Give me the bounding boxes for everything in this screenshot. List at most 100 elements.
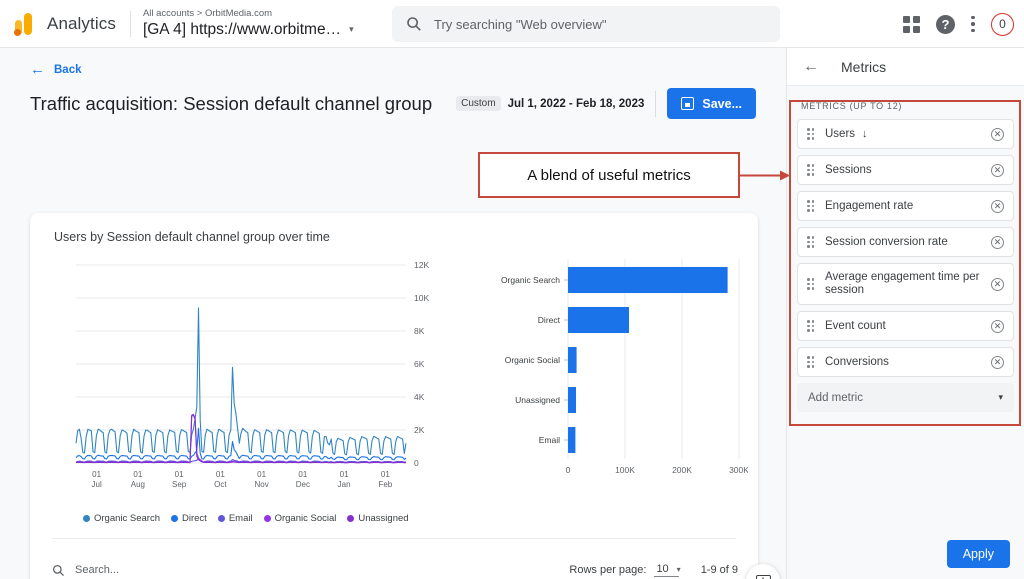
help-icon[interactable]: ? (936, 14, 955, 34)
back-button[interactable]: ← Back (30, 62, 786, 77)
metrics-section-label: METRICS (UP TO 12) (801, 101, 903, 111)
ytick-12k: 12K (414, 260, 429, 270)
legend-label: Unassigned (358, 513, 409, 524)
drag-handle-icon[interactable] (807, 278, 814, 290)
charts-container: 12K 10K 8K 6K 4K 2K 0 01 Jul 01 Aug 01 Sep 01 O… (30, 253, 758, 503)
ytick-6k: 6K (414, 359, 425, 369)
xtick-3: 300K (729, 465, 748, 475)
app-root: Analytics All accounts > OrbitMedia.com … (0, 0, 1024, 579)
legend-item-organic-social[interactable]: Organic Social (263, 513, 337, 524)
metric-row-users[interactable]: Users ↓ ✕ (797, 119, 1014, 149)
chart-legend: Organic Search Direct Email Organic Social U… (83, 513, 409, 524)
page-header: Traffic acquisition: Session default cha… (30, 88, 756, 119)
metrics-panel: ← Metrics METRICS (UP TO 12) Users ↓ ✕ Sess… (786, 48, 1024, 579)
rows-per-page-select[interactable]: 10 ▾ (654, 563, 681, 577)
metric-label: Sessions (825, 163, 872, 176)
legend-item-email[interactable]: Email (217, 513, 253, 524)
add-metric-select[interactable]: Add metric ▾ (797, 383, 1014, 412)
legend-item-organic-search[interactable]: Organic Search (83, 513, 160, 524)
feedback-icon: ! (755, 574, 771, 579)
bar-chart-category-labels: Organic Search Direct Organic Social Unassi… (501, 275, 561, 445)
rows-per-page[interactable]: Rows per page: 10 ▾ (569, 563, 681, 577)
bar-label-2: Organic Social (505, 355, 560, 365)
legend-color-dot (217, 515, 225, 522)
more-options-icon[interactable] (971, 15, 975, 33)
remove-metric-icon[interactable]: ✕ (991, 319, 1004, 333)
metric-label: Average engagement time per session (825, 271, 980, 296)
legend-item-unassigned[interactable]: Unassigned (347, 513, 409, 524)
chevron-down-icon[interactable]: ▾ (349, 20, 354, 39)
save-button[interactable]: Save... (667, 88, 756, 119)
metric-row-sessions[interactable]: Sessions ✕ (797, 155, 1014, 185)
remove-metric-icon[interactable]: ✕ (991, 355, 1004, 369)
remove-metric-icon[interactable]: ✕ (991, 163, 1004, 177)
account-breadcrumb: All accounts > OrbitMedia.com (142, 8, 273, 19)
metric-label: Engagement rate (825, 199, 914, 212)
property-selector[interactable]: All accounts > OrbitMedia.com [GA 4] htt… (143, 8, 354, 39)
table-search-input[interactable]: Search... (75, 564, 119, 576)
legend-label: Organic Social (274, 513, 337, 524)
drag-handle-icon[interactable] (807, 128, 814, 140)
metrics-panel-body: METRICS (UP TO 12) Users ↓ ✕ Sessions ✕ Engag… (787, 86, 1024, 412)
remove-metric-icon[interactable]: ✕ (991, 277, 1004, 291)
legend-color-dot (263, 515, 271, 522)
metric-row-conversions[interactable]: Conversions ✕ (797, 347, 1014, 377)
ytick-4k: 4K (414, 392, 425, 402)
xtick-2: 200K (672, 465, 692, 475)
remove-metric-icon[interactable]: ✕ (991, 235, 1004, 249)
sort-descending-icon[interactable]: ↓ (862, 128, 868, 140)
legend-item-direct[interactable]: Direct (171, 513, 207, 524)
bar-unassigned (568, 387, 576, 413)
bar-chart-ticks: 0 100K 200K 300K (566, 465, 748, 475)
search-input[interactable]: Try searching "Web overview" (392, 6, 780, 42)
brand-name: Analytics (47, 13, 116, 33)
chart-title: Users by Session default channel group o… (54, 230, 330, 244)
legend-label: Email (228, 513, 253, 524)
apply-button[interactable]: Apply (946, 540, 1010, 568)
bar-label-1: Direct (538, 315, 561, 325)
rows-per-page-label: Rows per page: (569, 564, 647, 576)
line-chart[interactable]: 12K 10K 8K 6K 4K 2K 0 01Jul01Aug01Sep01O… (54, 253, 448, 503)
legend-color-dot (171, 515, 179, 522)
metric-label: Users ↓ (825, 127, 868, 140)
table-toolbar: Search... Rows per page: 10 ▾ 1-9 of 9 (52, 553, 738, 579)
remove-metric-icon[interactable]: ✕ (991, 199, 1004, 213)
avatar[interactable]: 0 (991, 12, 1014, 36)
main-content: ← Back Traffic acquisition: Session defa… (0, 48, 786, 579)
legend-label: Direct (182, 513, 207, 524)
metric-row-event-count[interactable]: Event count ✕ (797, 311, 1014, 341)
top-bar-actions: ? 0 (903, 0, 1014, 48)
date-range-selector[interactable]: Custom Jul 1, 2022 - Feb 18, 2023 (456, 96, 644, 111)
xtick-day-6: 01 (340, 470, 349, 479)
xtick-day-7: 01 (381, 470, 390, 479)
bar-chart[interactable]: Organic Search Direct Organic Social Unassi… (470, 253, 748, 503)
remove-metric-icon[interactable]: ✕ (991, 127, 1004, 141)
annotation-arrow-icon (740, 170, 790, 181)
xtick-day-2: 01 (175, 470, 184, 479)
property-name-row: [GA 4] https://www.orbitme… ▾ (143, 20, 354, 39)
legend-color-dot (83, 515, 90, 522)
metric-row-engagement-rate[interactable]: Engagement rate ✕ (797, 191, 1014, 221)
drag-handle-icon[interactable] (807, 164, 814, 176)
apps-grid-icon[interactable] (903, 15, 920, 33)
metric-row-average-engagement-time-per-session[interactable]: Average engagement time per session ✕ (797, 263, 1014, 305)
ytick-8k: 8K (414, 326, 425, 336)
xtick-day-4: 01 (257, 470, 266, 479)
bar-email (568, 427, 576, 453)
ytick-0: 0 (414, 458, 419, 468)
report-card: Users by Session default channel group o… (30, 213, 758, 579)
drag-handle-icon[interactable] (807, 236, 814, 248)
drag-handle-icon[interactable] (807, 200, 814, 212)
save-label: Save... (702, 96, 742, 111)
xtick-day-5: 01 (298, 470, 307, 479)
drag-handle-icon[interactable] (807, 356, 814, 368)
panel-back-button[interactable]: ← (803, 58, 819, 76)
divider (655, 90, 657, 117)
drag-handle-icon[interactable] (807, 320, 814, 332)
ytick-10k: 10K (414, 293, 429, 303)
metric-row-session-conversion-rate[interactable]: Session conversion rate ✕ (797, 227, 1014, 257)
legend-color-dot (347, 515, 355, 522)
divider (52, 538, 736, 539)
xtick-month-3: Oct (214, 480, 227, 489)
metrics-panel-header: ← Metrics (787, 48, 1024, 86)
